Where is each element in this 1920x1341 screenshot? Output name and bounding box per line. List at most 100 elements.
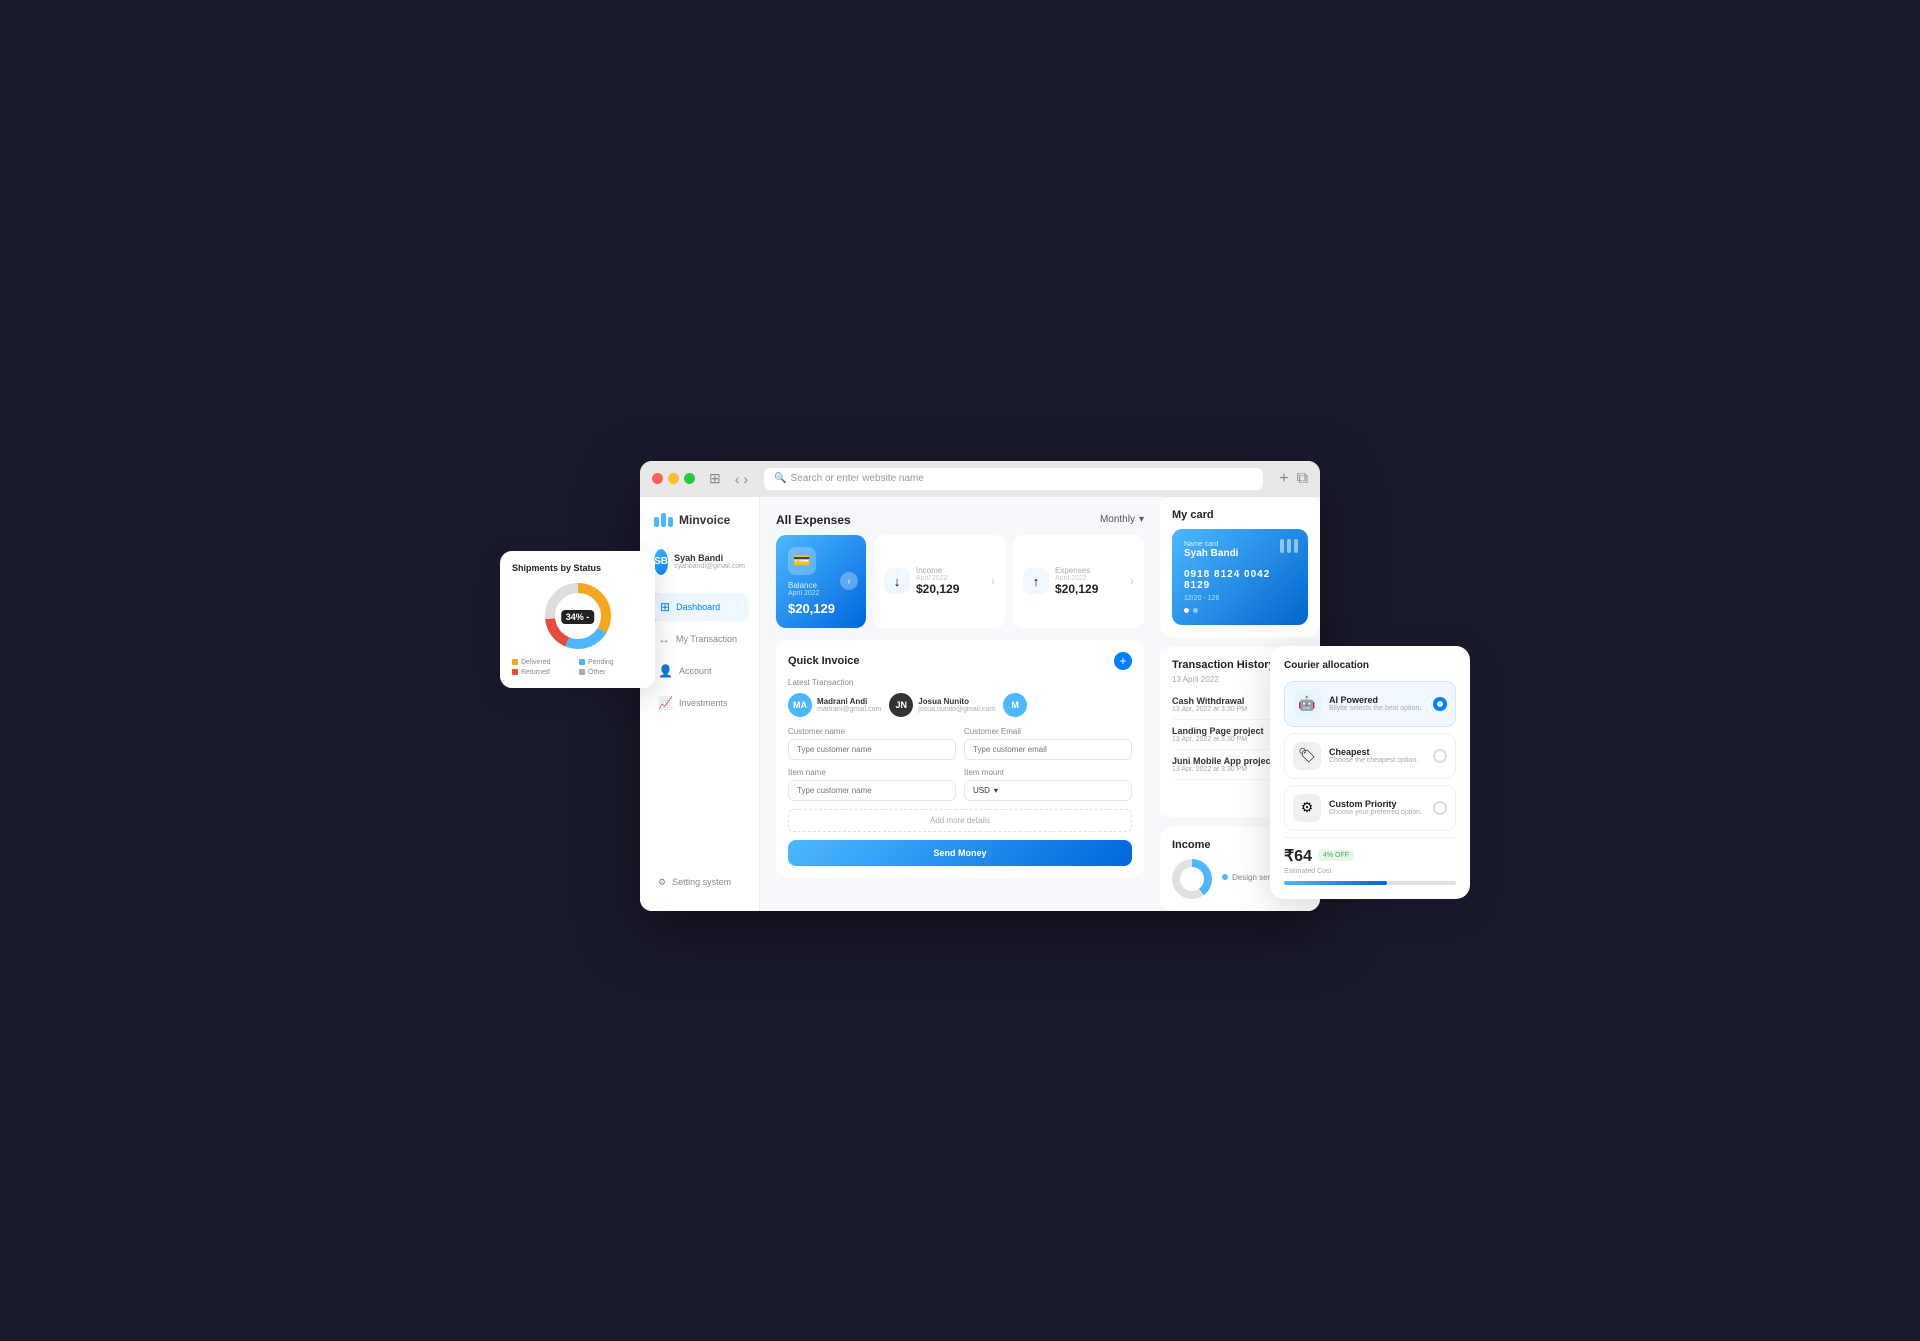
sidebar-item-dashboard[interactable]: ⊞ Dashboard (650, 593, 749, 621)
balance-card: 💳 Balance April 2022 $20,129 › (776, 535, 866, 628)
courier-custom-radio[interactable] (1433, 801, 1447, 815)
sidebar-item-transaction[interactable]: ↔ My Transaction (650, 625, 749, 653)
courier-allocation-popup: Courier allocation 🤖 AI Powered Bilyite … (1270, 646, 1470, 899)
customer-name-group: Customer name (788, 727, 956, 760)
expenses-stat-value: $20,129 (1055, 582, 1098, 596)
latest-transaction-label: Latest Transaction (788, 678, 1132, 687)
all-expenses-section: All Expenses Monthly ▾ 💳 Balance April 2… (776, 513, 1144, 628)
cc-dot-1[interactable] (1184, 608, 1189, 613)
balance-period: April 2022 (788, 590, 854, 597)
all-expenses-title: All Expenses (776, 513, 851, 527)
cc-dot-2[interactable] (1193, 608, 1198, 613)
cost-amount: ₹64 (1284, 846, 1312, 866)
settings-icon: ⚙ (658, 877, 666, 888)
avatar-initials: SB (654, 556, 668, 567)
account-label: Account (679, 666, 712, 676)
wallet-icon: 💳 (788, 547, 816, 575)
tx-info-2: Josua Nunito josua.nunito@gmail.com (918, 697, 995, 713)
courier-ai-name: AI Powered (1329, 695, 1425, 705)
browser-address-bar[interactable]: 🔍 Search or enter website name (764, 468, 1263, 490)
courier-ai-desc: Bilyite selects the best option. (1329, 705, 1425, 712)
add-details-button[interactable]: Add more details (788, 809, 1132, 832)
income-next-icon[interactable]: › (991, 574, 995, 588)
donut-chart: 34% - (543, 581, 613, 651)
new-tab-icon[interactable]: + (1279, 470, 1288, 488)
tx-person-3: M (1003, 693, 1027, 717)
cost-section: ₹64 4% OFF Estimated Cost (1284, 837, 1456, 885)
dashboard-label: Dashboard (676, 602, 720, 612)
browser-dots (652, 473, 695, 484)
expenses-filter[interactable]: Monthly ▾ (1100, 514, 1144, 525)
add-invoice-button[interactable]: + (1114, 652, 1132, 670)
item-name-input[interactable] (788, 780, 956, 801)
cost-badge: 4% OFF (1318, 850, 1354, 861)
copy-icon[interactable]: ⧉ (1297, 470, 1308, 488)
expenses-next-icon[interactable]: › (1130, 574, 1134, 588)
courier-cheapest-info: Cheapest Choose the cheapest option. (1329, 747, 1425, 764)
radio-dot-ai (1437, 701, 1443, 707)
tx-info-1: Madrani Andi madrani@gmail.com (817, 697, 881, 713)
expenses-stat-info: Expenses April 2022 $20,129 (1055, 566, 1098, 596)
customer-name-input[interactable] (788, 739, 956, 760)
minimize-dot[interactable] (668, 473, 679, 484)
customer-email-input[interactable] (964, 739, 1132, 760)
income-stat-info: Income April 2022 $20,129 (916, 566, 959, 596)
sidebar-item-investments[interactable]: 📈 Investments (650, 689, 749, 717)
courier-ai-info: AI Powered Bilyite selects the best opti… (1329, 695, 1425, 712)
cost-label: Estimated Cost (1284, 868, 1456, 875)
add-details-label: Add more details (930, 816, 990, 825)
currency-value: USD (973, 786, 990, 795)
sidebar-item-settings[interactable]: ⚙ Setting system (650, 870, 749, 895)
courier-popup-title: Courier allocation (1284, 660, 1456, 671)
tx-person-1: MA Madrani Andi madrani@gmail.com (788, 693, 881, 717)
cost-progress-bar (1284, 881, 1456, 885)
chevron-down-icon: ▾ (1139, 514, 1144, 525)
cc-expiry: 12/20 - 126 (1184, 595, 1296, 602)
send-money-button[interactable]: Send Money (788, 840, 1132, 866)
balance-next-btn[interactable]: › (840, 572, 858, 590)
form-row-1: Customer name Customer Email (788, 727, 1132, 760)
quick-invoice-header: Quick Invoice + (788, 652, 1132, 670)
sidebar-toggle-icon[interactable]: ⊞ (709, 470, 721, 487)
expense-cards: 💳 Balance April 2022 $20,129 › ↓ Income … (776, 535, 1144, 628)
currency-select[interactable]: USD ▾ (964, 780, 1132, 801)
income-donut-chart (1172, 859, 1212, 899)
donut-center-label: 34% - (561, 607, 595, 625)
courier-option-custom[interactable]: ⚙ Custom Priority Choose your preferred … (1284, 785, 1456, 831)
cheapest-icon: 🏷 (1293, 742, 1321, 770)
tx-person-2: JN Josua Nunito josua.nunito@gmail.com (889, 693, 995, 717)
courier-option-ai[interactable]: 🤖 AI Powered Bilyite selects the best op… (1284, 681, 1456, 727)
maximize-dot[interactable] (684, 473, 695, 484)
expenses-filter-label: Monthly (1100, 514, 1135, 525)
courier-cheapest-radio[interactable] (1433, 749, 1447, 763)
address-text[interactable]: Search or enter website name (791, 473, 924, 484)
courier-cheapest-desc: Choose the cheapest option. (1329, 757, 1425, 764)
legend-item-4: Other (579, 669, 643, 676)
tx-avatar-1[interactable]: MA (788, 693, 812, 717)
settings-label: Setting system (672, 877, 731, 887)
tx-email-1: madrani@gmail.com (817, 706, 881, 713)
tx-avatar-3[interactable]: M (1003, 693, 1027, 717)
user-profile: SB Syah Bandi syahbandi@gmail.com (650, 543, 749, 581)
currency-chevron-icon: ▾ (994, 786, 998, 795)
close-dot[interactable] (652, 473, 663, 484)
sidebar: Minvoice SB Syah Bandi syahbandi@gmail.c… (640, 497, 760, 911)
courier-ai-radio[interactable] (1433, 697, 1447, 711)
item-mount-group: Item mount USD ▾ (964, 768, 1132, 801)
tx-name-2: Josua Nunito (918, 697, 995, 706)
expenses-stat-card: ↑ Expenses April 2022 $20,129 › (1013, 535, 1144, 628)
sidebar-item-account[interactable]: 👤 Account (650, 657, 749, 685)
courier-custom-name: Custom Priority (1329, 799, 1425, 809)
cc-name-label: Name card (1184, 541, 1296, 548)
browser-nav: ‹ › (735, 471, 748, 487)
brand-bar-3 (668, 517, 673, 527)
back-icon[interactable]: ‹ (735, 471, 740, 487)
tx-avatar-2[interactable]: JN (889, 693, 913, 717)
credit-card: Name card Syah Bandi 0918 8124 0042 8129… (1172, 529, 1308, 625)
customer-name-label: Customer name (788, 727, 956, 736)
all-expenses-header: All Expenses Monthly ▾ (776, 513, 1144, 527)
forward-icon[interactable]: › (743, 471, 748, 487)
courier-option-cheapest[interactable]: 🏷 Cheapest Choose the cheapest option. (1284, 733, 1456, 779)
account-icon: 👤 (658, 664, 673, 678)
browser-content: Minvoice SB Syah Bandi syahbandi@gmail.c… (640, 497, 1320, 911)
